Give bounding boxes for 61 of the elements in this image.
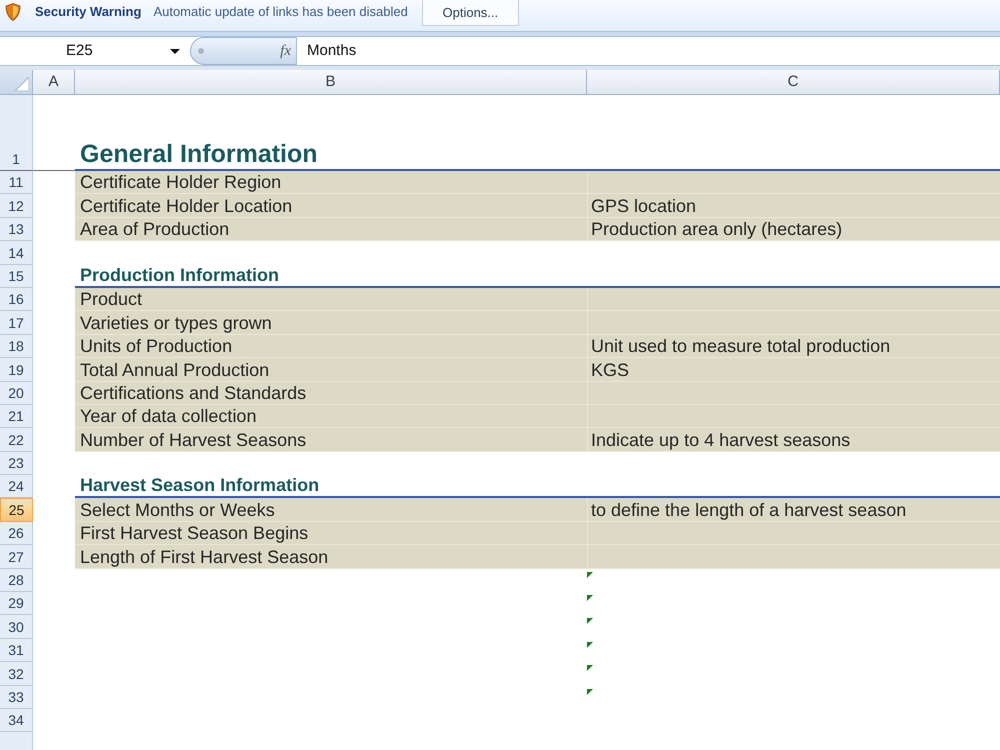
row-header[interactable]: 24 [0, 475, 33, 498]
table-cell: Length of First Harvest Season [75, 545, 587, 569]
row-header[interactable]: 18 [0, 334, 33, 358]
row-header[interactable]: 15 [0, 264, 33, 288]
table-cell: Certificate Holder Region [75, 171, 587, 194]
row-header[interactable]: 19 [0, 358, 33, 382]
table-cell: GPS location [587, 194, 1000, 218]
table-cell: KGS [587, 358, 1000, 382]
security-warning-title: Security Warning [35, 4, 142, 20]
table-cell: Total Annual Production [75, 358, 587, 382]
row-header[interactable]: 13 [0, 218, 33, 242]
name-box[interactable]: E25 [0, 37, 185, 65]
section-heading: Production Information [80, 264, 279, 286]
table-cell: Varieties or types grown [75, 311, 587, 335]
table-cell: Area of Production [75, 218, 587, 242]
row-header[interactable]: 1 [0, 95, 33, 171]
row-header[interactable]: 30 [0, 615, 33, 639]
column-header[interactable]: B [75, 70, 587, 95]
row-header[interactable]: 16 [0, 288, 33, 312]
row-header[interactable]: 25 [0, 498, 33, 522]
column-header[interactable]: A [33, 70, 75, 95]
row-header[interactable]: 20 [0, 382, 33, 405]
row-header[interactable]: 34 [0, 708, 33, 732]
row-header[interactable]: 14 [0, 241, 33, 265]
section-heading: Harvest Season Information [80, 475, 320, 496]
row-header[interactable]: 31 [0, 638, 33, 662]
row-header[interactable]: 27 [0, 545, 33, 569]
table-cell: Year of data collection [75, 404, 587, 428]
table-cell: Unit used to measure total production [587, 334, 1000, 358]
sheet-title: General Information [80, 139, 318, 169]
row-header[interactable]: 33 [0, 686, 33, 709]
table-cell: to define the length of a harvest season [587, 498, 1000, 522]
row-header[interactable]: 22 [0, 428, 33, 452]
row-header[interactable]: 32 [0, 662, 33, 686]
row-header[interactable]: 23 [0, 452, 33, 476]
table-cell: Certificate Holder Location [75, 194, 587, 218]
column-header[interactable]: C [587, 70, 1000, 95]
caret-icon [170, 48, 180, 54]
options-button[interactable]: Options... [422, 0, 519, 26]
table-cell: Select Months or Weeks [75, 498, 587, 522]
table-cell: Product [75, 288, 587, 312]
table-cell: Production area only (hectares) [587, 218, 1000, 242]
row-header[interactable]: 26 [0, 522, 33, 546]
row-header[interactable]: 29 [0, 592, 33, 616]
row-header[interactable]: 28 [0, 568, 33, 592]
row-header[interactable]: 11 [0, 171, 33, 194]
security-message: Automatic update of links has been disabled [153, 4, 408, 20]
circle-handle-icon[interactable] [198, 48, 204, 54]
table-cell: Indicate up to 4 harvest seasons [587, 428, 1000, 452]
table-cell: Certifications and Standards [75, 382, 587, 405]
table-cell: First Harvest Season Begins [75, 522, 587, 546]
row-header[interactable] [0, 732, 33, 750]
row-header[interactable]: 12 [0, 194, 33, 218]
table-cell: Units of Production [75, 334, 587, 358]
insert-function-button[interactable]: fx [280, 42, 291, 60]
row-header[interactable]: 21 [0, 404, 33, 428]
select-all-button[interactable] [0, 70, 33, 95]
shield-icon [5, 3, 21, 21]
row-header[interactable]: 17 [0, 311, 33, 335]
corner-triangle-icon [15, 77, 29, 91]
table-cell: Number of Harvest Seasons [75, 428, 587, 452]
